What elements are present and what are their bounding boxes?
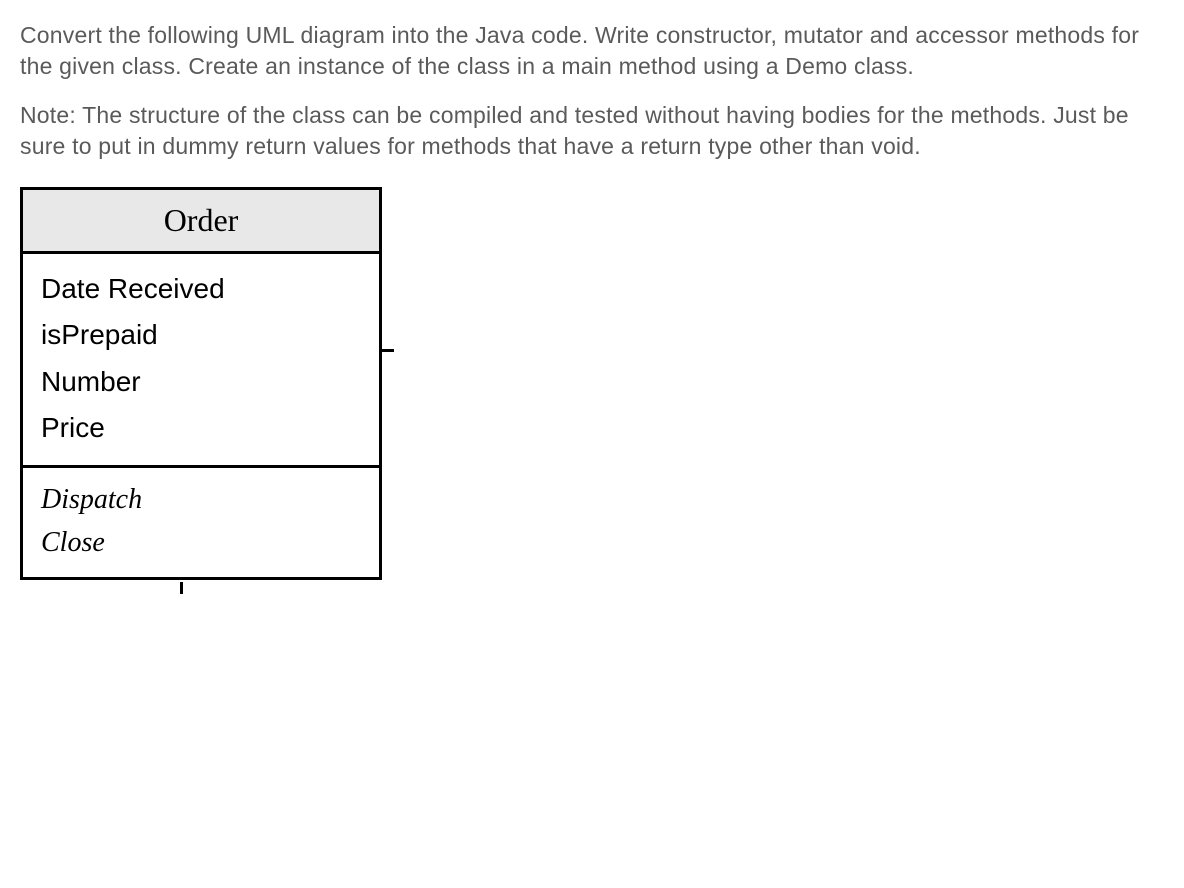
uml-connector-stub-right [380,349,394,352]
uml-attribute: Date Received [41,266,361,312]
uml-attribute: Number [41,359,361,405]
uml-methods-compartment: Dispatch Close [23,468,379,577]
uml-connector-stub-bottom [180,582,183,594]
uml-method: Close [41,521,361,564]
uml-class: Order Date Received isPrepaid Number Pri… [20,187,382,580]
uml-class-name: Order [23,190,379,254]
uml-attributes-compartment: Date Received isPrepaid Number Price [23,254,379,468]
uml-class-box: Order Date Received isPrepaid Number Pri… [20,187,382,580]
uml-attribute: Price [41,405,361,451]
instruction-paragraph-2: Note: The structure of the class can be … [20,100,1164,162]
uml-method: Dispatch [41,478,361,521]
uml-attribute: isPrepaid [41,312,361,358]
uml-diagram: Order Date Received isPrepaid Number Pri… [20,187,1164,580]
instruction-paragraph-1: Convert the following UML diagram into t… [20,20,1164,82]
